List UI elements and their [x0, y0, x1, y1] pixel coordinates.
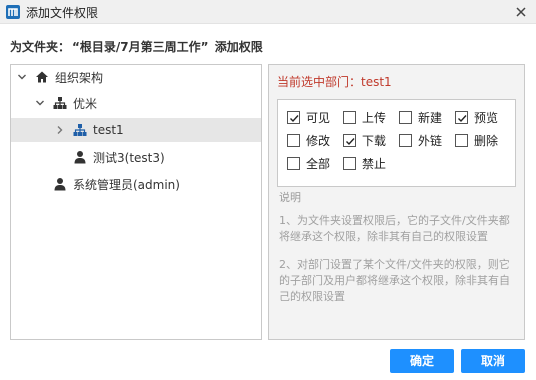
perm-label: 可见 [306, 110, 331, 125]
perm-external-link[interactable]: 外链 [399, 131, 442, 149]
checkbox[interactable] [343, 110, 356, 124]
cancel-button[interactable]: 取消 [461, 349, 525, 373]
tree-item-label: 测试3(test3) [93, 150, 165, 165]
current-dept-label: 当前选中部门：test1 [277, 75, 392, 89]
perm-label: 禁止 [362, 156, 387, 171]
tree-item-label: 组织架构 [55, 70, 104, 85]
checkbox[interactable] [399, 133, 412, 147]
perm-label: 外链 [418, 133, 443, 148]
perm-label: 新建 [418, 110, 443, 125]
tree-item-admin[interactable]: 系统管理员(admin) [11, 172, 261, 196]
subtitle-prefix: 为文件夹： [10, 40, 71, 54]
app-logo-icon [6, 5, 20, 19]
perm-upload[interactable]: 上传 [343, 108, 386, 126]
user-icon [54, 178, 66, 191]
explain-title: 说明 [279, 191, 301, 204]
checkbox[interactable] [287, 133, 300, 147]
explain-text-1: 1、为文件夹设置权限后，它的子文件/文件夹都将继承这个权限，除非其有自己的权限设… [279, 214, 510, 243]
org-icon [53, 97, 67, 109]
perm-label: 预览 [474, 110, 499, 125]
checkbox[interactable] [287, 156, 300, 170]
tree-item-test3[interactable]: 测试3(test3) [11, 145, 261, 169]
checkbox[interactable] [455, 110, 468, 124]
checkbox[interactable] [287, 110, 300, 124]
window-title: 添加文件权限 [26, 6, 99, 20]
tree-item-youmi[interactable]: 优米 [11, 91, 261, 115]
home-icon [36, 71, 48, 83]
perm-visible[interactable]: 可见 [287, 108, 330, 126]
tree-item-label: test1 [93, 123, 124, 137]
tree-item-test1[interactable]: test1 [11, 118, 261, 142]
org-icon [73, 124, 87, 136]
close-button[interactable] [512, 3, 530, 21]
perm-label: 下载 [362, 133, 387, 148]
perm-preview[interactable]: 预览 [455, 108, 498, 126]
perm-label: 全部 [306, 156, 331, 171]
org-tree-panel: 组织架构 优米 test1 测试3(test3) 系统管理员(admin) [10, 64, 262, 340]
tree-item-label: 系统管理员(admin) [73, 177, 180, 192]
subtitle-folder: “根目录/7月第三周工作” [72, 40, 209, 54]
perm-delete[interactable]: 删除 [455, 131, 498, 149]
checkbox[interactable] [455, 133, 468, 147]
permission-checkbox-group: 可见 上传 新建 预览 修改 下载 外链 删除 全部 禁止 [277, 99, 516, 187]
close-icon [516, 7, 526, 17]
checkbox[interactable] [399, 110, 412, 124]
subtitle-suffix: 添加权限 [214, 40, 263, 54]
dialog-subtitle: 为文件夹： “根目录/7月第三周工作” 添加权限 [10, 38, 263, 55]
title-bar: 添加文件权限 [0, 0, 536, 24]
perm-label: 修改 [306, 133, 331, 148]
ok-button[interactable]: 确定 [390, 349, 454, 373]
permission-panel: 当前选中部门：test1 可见 上传 新建 预览 修改 下载 外链 删除 全部 … [268, 64, 525, 340]
checkbox[interactable] [343, 133, 356, 147]
checkbox[interactable] [343, 156, 356, 170]
perm-download[interactable]: 下载 [343, 131, 386, 149]
chevron-down-icon[interactable] [35, 98, 45, 108]
chevron-right-icon[interactable] [55, 125, 65, 135]
tree-item-label: 优米 [73, 96, 98, 111]
perm-forbid[interactable]: 禁止 [343, 154, 386, 172]
perm-label: 上传 [362, 110, 387, 125]
perm-modify[interactable]: 修改 [287, 131, 330, 149]
tree-item-org-root[interactable]: 组织架构 [11, 65, 261, 89]
perm-all[interactable]: 全部 [287, 154, 330, 172]
user-icon [74, 151, 86, 164]
perm-create[interactable]: 新建 [399, 108, 442, 126]
explain-text-2: 2、对部门设置了某个文件/文件夹的权限，则它的子部门及用户都将继承这个权限，除非… [279, 258, 510, 303]
chevron-down-icon[interactable] [17, 72, 27, 82]
perm-label: 删除 [474, 133, 499, 148]
